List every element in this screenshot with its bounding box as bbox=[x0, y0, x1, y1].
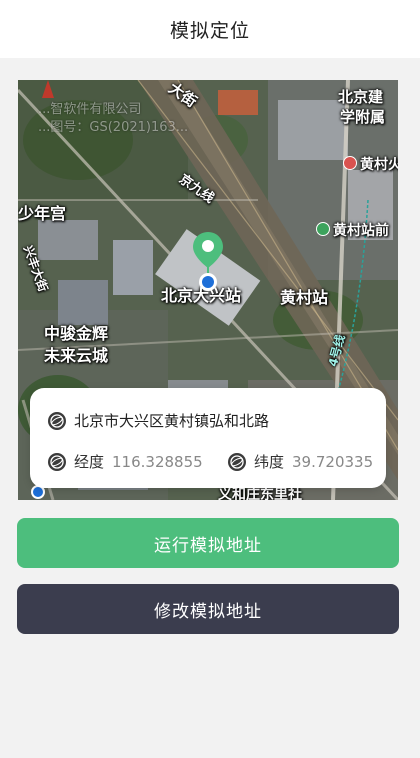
longitude-row: 经度 116.328855 bbox=[48, 451, 203, 472]
location-info-card: 北京市大兴区黄村镇弘和北路 经度 116.328855 纬度 39.720335 bbox=[30, 388, 386, 488]
globe-icon bbox=[48, 411, 66, 430]
latitude-label: 纬度 bbox=[254, 453, 285, 471]
run-mock-location-button[interactable]: 运行模拟地址 bbox=[17, 518, 399, 568]
park-poi-icon bbox=[316, 222, 330, 236]
longitude-label: 经度 bbox=[74, 453, 105, 471]
address-text: 北京市大兴区黄村镇弘和北路 bbox=[74, 412, 270, 430]
map-label-weilai: 未来云城 bbox=[44, 346, 109, 365]
address-row: 北京市大兴区黄村镇弘和北路 bbox=[48, 410, 269, 431]
map-label-huangcun: 黄村站 bbox=[280, 288, 329, 307]
map-label-shaonian: 少年宫 bbox=[18, 204, 67, 223]
map-label-poi-xuefu: 学附属 bbox=[340, 108, 386, 126]
globe-icon bbox=[228, 452, 246, 471]
map-label-zhongjun: 中骏金辉 bbox=[44, 324, 109, 343]
latitude-value: 39.720335 bbox=[292, 452, 374, 471]
map-label-poi-beijing-jianzhu: 北京建 bbox=[338, 88, 384, 106]
map-watermark-license: ...图号：GS(2021)163... bbox=[38, 120, 189, 135]
latitude-row: 纬度 39.720335 bbox=[228, 451, 373, 472]
map-watermark-company: ...智软件有限公司 bbox=[38, 102, 142, 117]
globe-icon bbox=[48, 452, 66, 471]
map-label-poi-huangcun-huo: 黄村火 bbox=[360, 157, 398, 173]
page-title: 模拟定位 bbox=[169, 19, 250, 42]
title-bar: 模拟定位 bbox=[0, 0, 420, 58]
location-pin-icon bbox=[193, 232, 223, 291]
railway-poi-icon bbox=[343, 156, 357, 170]
longitude-value: 116.328855 bbox=[112, 452, 203, 471]
edit-mock-location-button[interactable]: 修改模拟地址 bbox=[17, 584, 399, 634]
map-label-poi-huangcun-station: 黄村站前 bbox=[333, 223, 389, 239]
